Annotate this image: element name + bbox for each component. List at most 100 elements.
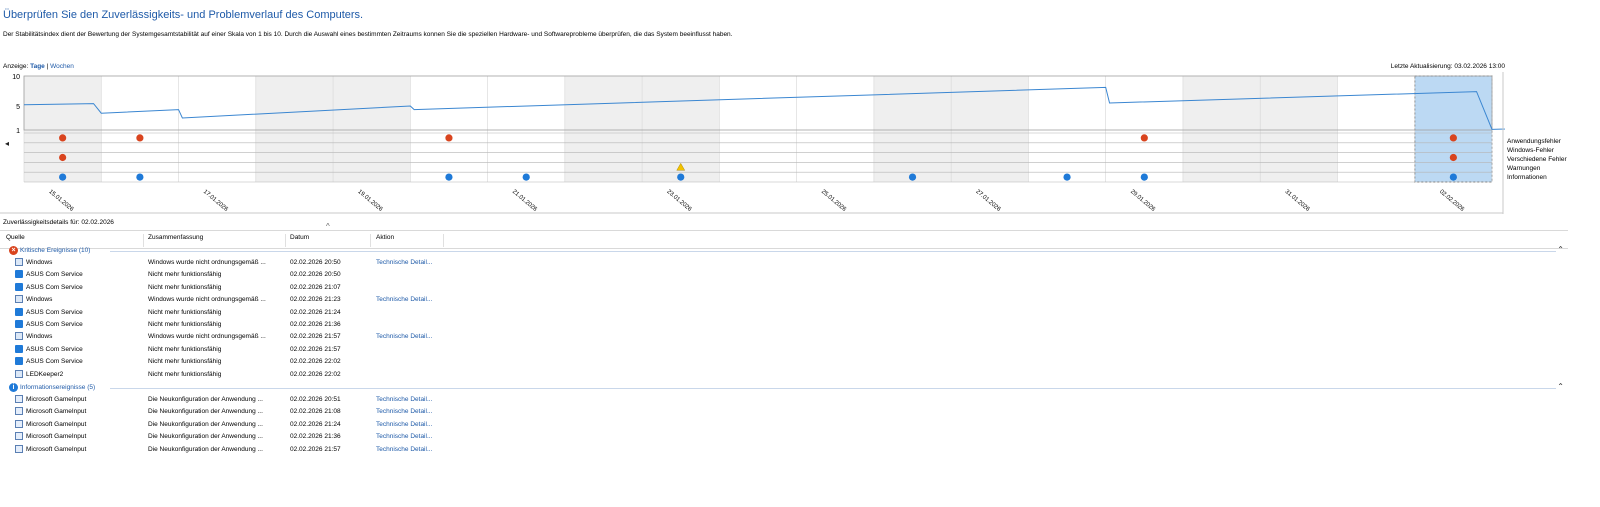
table-row[interactable]: ASUS Com Service Nicht mehr funktionsfähi… — [0, 307, 600, 319]
y-tick-label: 1 — [16, 128, 20, 135]
info-icon — [908, 173, 917, 181]
table-row[interactable]: Microsoft GameInput Die Neukonfiguration … — [0, 406, 600, 418]
application-icon — [15, 357, 23, 366]
row-source: ASUS Com Service — [26, 283, 83, 291]
row-summary: Die Neukonfiguration der Anwendung ... — [148, 408, 263, 416]
technical-details-link[interactable]: Technische Detail... — [376, 433, 432, 440]
reliability-chart[interactable]: 10 5 1 15.01.2026 17.01.2026 19.01.2026 21.01.… — [0, 72, 1570, 214]
row-summary: Windows wurde nicht ordnungsgemäß ... — [148, 259, 266, 266]
row-source: Windows — [26, 259, 53, 266]
view-label: Anzeige: — [3, 63, 29, 70]
row-source: Windows — [26, 333, 53, 341]
x-tick-label: 29.01.2026 — [1129, 189, 1156, 213]
row-date: 02.02.2026 21:57 — [290, 333, 341, 341]
technical-details-link[interactable]: Technische Detail... — [376, 446, 432, 453]
day-column — [719, 76, 797, 182]
legend-warnings: Warnungen — [1507, 165, 1541, 172]
legend-information: Informationen — [1507, 174, 1547, 181]
info-icon — [522, 173, 530, 181]
table-row[interactable]: LEDKeeper2 Nicht mehr funktionsfähig 02.02… — [0, 369, 600, 381]
row-summary: Nicht mehr funktionsfähig — [148, 345, 222, 353]
table-row[interactable]: ASUS Com Service Nicht mehr funktionsfähi… — [0, 282, 600, 294]
day-column — [178, 76, 256, 182]
table-row[interactable]: ASUS Com Service Nicht mehr funktionsfähi… — [0, 269, 600, 281]
row-date: 02.02.2026 21:24 — [290, 420, 341, 428]
x-tick-label: 27.01.2026 — [975, 189, 1002, 213]
row-date: 02.02.2026 20:50 — [290, 271, 341, 279]
table-row[interactable]: Windows Windows wurde nicht ordnungsgemäß… — [0, 257, 600, 269]
row-source: Microsoft GameInput — [26, 408, 87, 416]
x-tick-label: 02.02.2026 — [1438, 189, 1465, 213]
row-summary: Windows wurde nicht ordnungsgemäß ... — [148, 296, 266, 304]
view-separator: | — [46, 63, 49, 70]
row-summary: Nicht mehr funktionsfähig — [148, 271, 222, 279]
row-source: Microsoft GameInput — [26, 445, 87, 453]
application-icon — [15, 307, 23, 316]
program-icon — [15, 407, 23, 416]
row-summary: Nicht mehr funktionsfähig — [148, 370, 222, 378]
technical-details-link[interactable]: Technische Detail... — [376, 296, 432, 303]
info-icon — [136, 173, 144, 181]
application-icon — [15, 270, 23, 279]
scroll-left-icon[interactable]: ◂ — [5, 139, 9, 148]
day-column — [1182, 76, 1261, 182]
y-tick-label: 10 — [12, 74, 20, 81]
group-critical-events[interactable]: × Kritische Ereignisse (10) ⌃ — [0, 245, 1568, 257]
row-summary: Windows wurde nicht ordnungsgemäß ... — [148, 333, 266, 341]
table-row[interactable]: Windows Windows wurde nicht ordnungsgemäß… — [0, 331, 600, 343]
technical-details-link[interactable]: Technische Detail... — [376, 408, 432, 415]
error-icon: × — [9, 246, 18, 255]
table-row[interactable]: Microsoft GameInput Die Neukonfiguration … — [0, 431, 600, 443]
technical-details-link[interactable]: Technische Detail... — [376, 396, 432, 403]
last-update: Letzte Aktualisierung: 03.02.2026 13:00 — [1390, 63, 1505, 70]
row-source: LEDKeeper2 — [26, 370, 64, 378]
error-icon — [1140, 134, 1148, 142]
collapse-caret-icon[interactable]: ⌃ — [1557, 382, 1564, 391]
collapse-caret-icon[interactable]: ⌃ — [1557, 245, 1564, 254]
group-information-events[interactable]: i Informationsereignisse (5) ⌃ — [0, 382, 1568, 394]
row-source: Windows — [26, 296, 53, 304]
day-column — [255, 76, 334, 182]
row-date: 02.02.2026 21:36 — [290, 321, 341, 328]
technical-details-link[interactable]: Technische Detail... — [376, 333, 432, 340]
view-weeks-link[interactable]: Wochen — [50, 63, 74, 70]
day-column — [24, 76, 102, 182]
table-row[interactable]: ASUS Com Service Nicht mehr funktionsfähi… — [0, 319, 600, 331]
page-title: Überprüfen Sie den Zuverlässigkeits- und… — [3, 9, 364, 21]
row-date: 02.02.2026 21:57 — [290, 345, 341, 353]
row-date: 02.02.2026 20:51 — [290, 396, 341, 403]
technical-details-link[interactable]: Technische Detail... — [376, 259, 432, 266]
windows-icon — [15, 332, 23, 341]
error-icon — [136, 134, 144, 142]
row-date: 02.02.2026 22:02 — [290, 358, 341, 366]
day-column — [333, 76, 411, 182]
info-icon: i — [9, 383, 18, 392]
application-icon — [15, 344, 23, 353]
x-tick-label: 25.01.2026 — [820, 189, 847, 213]
error-icon — [59, 153, 67, 162]
table-row[interactable]: Microsoft GameInput Die Neukonfiguration … — [0, 419, 600, 431]
day-column — [487, 76, 565, 182]
row-summary: Die Neukonfiguration der Anwendung ... — [148, 433, 263, 441]
technical-details-link[interactable]: Technische Detail... — [376, 421, 432, 428]
table-row[interactable]: Microsoft GameInput Die Neukonfiguration … — [0, 394, 600, 406]
view-days-link[interactable]: Tage — [30, 63, 45, 70]
table-row[interactable]: ASUS Com Service Nicht mehr funktionsfähi… — [0, 356, 600, 368]
table-row[interactable]: Microsoft GameInput Die Neukonfiguration … — [0, 444, 600, 456]
x-tick-label: 19.01.2026 — [356, 189, 383, 213]
row-source: ASUS Com Service — [26, 321, 83, 328]
page-description: Der Stabilitätsindex dient der Bewertung… — [3, 31, 733, 38]
details-label: Zuverlässigkeitsdetails für: 02.02.2026 — [3, 219, 114, 226]
table-row[interactable]: ASUS Com Service Nicht mehr funktionsfähi… — [0, 344, 600, 356]
x-tick-label: 31.01.2026 — [1284, 189, 1311, 213]
day-column — [873, 76, 952, 182]
info-icon — [1063, 173, 1071, 181]
reliability-chart-svg[interactable]: 10 5 1 15.01.2026 17.01.2026 19.01.2026 21.01.… — [0, 72, 1570, 214]
row-summary: Die Neukonfiguration der Anwendung ... — [148, 396, 263, 403]
x-tick-label: 15.01.2026 — [47, 189, 74, 213]
legend-application-errors: Anwendungsfehler — [1507, 138, 1561, 145]
row-source: ASUS Com Service — [26, 358, 83, 366]
application-icon — [15, 320, 23, 328]
table-row[interactable]: Windows Windows wurde nicht ordnungsgemäß… — [0, 294, 600, 306]
day-column — [564, 76, 643, 182]
